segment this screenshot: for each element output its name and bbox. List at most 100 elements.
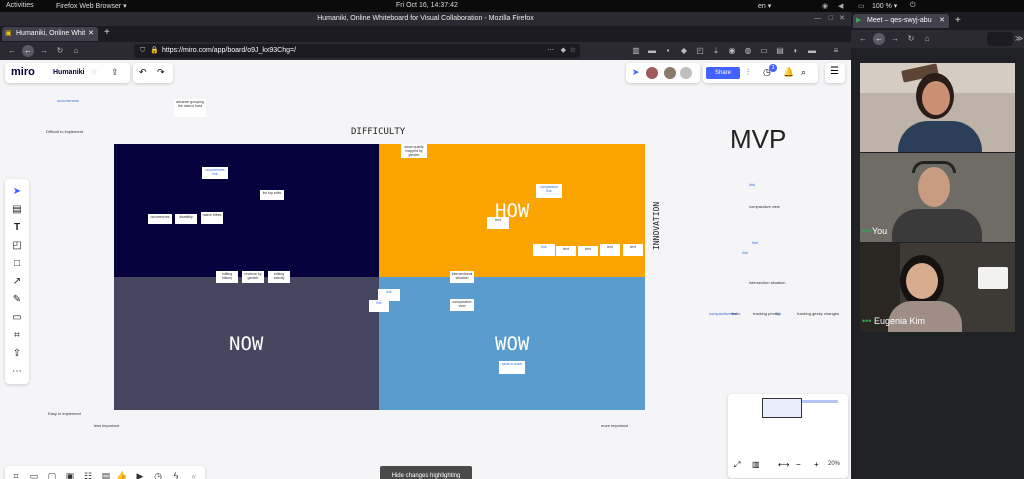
extension-badge-icon[interactable]: ▪ <box>662 45 674 57</box>
new-tab-icon[interactable]: + <box>955 15 961 26</box>
quadrant-how[interactable]: HOW <box>379 144 645 277</box>
reload-icon[interactable]: ↻ <box>54 45 66 57</box>
collapse-icon[interactable]: « <box>188 470 200 479</box>
more-tools-icon[interactable]: ⋯ <box>10 365 24 379</box>
forward-icon[interactable]: → <box>889 33 901 45</box>
reload-icon[interactable]: ↻ <box>905 33 917 45</box>
zoom-out-icon[interactable]: − <box>796 460 801 469</box>
cursor-flag-icon[interactable]: ➤ <box>632 67 640 78</box>
overflow-icon[interactable]: ≫ <box>1013 33 1024 45</box>
volume-icon[interactable]: ◀ <box>838 2 843 10</box>
tab-close-icon[interactable]: ✕ <box>939 14 945 28</box>
back-icon[interactable]: ← <box>857 33 869 45</box>
cast-icon[interactable]: ▭ <box>758 45 770 57</box>
comment-icon[interactable]: ▭ <box>10 311 24 325</box>
upload-icon[interactable]: ⇪ <box>10 347 24 361</box>
back-active-icon[interactable]: ← <box>22 45 34 57</box>
select-icon[interactable]: ➤ <box>10 185 24 199</box>
battery-icon[interactable]: ▭ <box>858 2 865 10</box>
extension-dark-icon[interactable]: ◆ <box>678 45 690 57</box>
sticky-note[interactable]: occurrences link <box>202 167 228 179</box>
quadrant-wow[interactable]: WOW <box>379 277 645 410</box>
video-icon[interactable]: ▶ <box>134 470 146 479</box>
close-icon[interactable]: ✕ <box>839 12 845 26</box>
screen-icon[interactable]: ▤ <box>100 470 112 479</box>
hamburger-menu-icon[interactable]: ≡ <box>830 45 842 57</box>
bookmark-star-icon[interactable]: ☆ <box>570 44 576 58</box>
mvp-note[interactable]: text <box>731 311 737 316</box>
extension-circle-icon[interactable]: ◍ <box>742 45 754 57</box>
sticky-note[interactable]: show quality mapped by gender <box>401 144 427 158</box>
comments-icon[interactable]: ▭ <box>28 470 40 479</box>
quadrant-now[interactable]: NOW <box>114 277 379 410</box>
extension-red-icon[interactable]: ▬ <box>646 45 658 57</box>
hide-changes-button[interactable]: Hide changes highlighting <box>380 466 472 479</box>
library-icon[interactable]: ▥ <box>630 45 642 57</box>
minimize-icon[interactable]: — <box>814 12 821 26</box>
maximize-icon[interactable]: □ <box>829 12 833 26</box>
templates-icon[interactable]: ▤ <box>10 203 24 217</box>
export-icon[interactable]: ⇪ <box>111 67 119 78</box>
frame-icon[interactable]: ⌗ <box>10 329 24 343</box>
language-indicator[interactable]: en ▾ <box>758 2 771 10</box>
lightning-icon[interactable]: ϟ <box>170 470 182 479</box>
settings-sliders-icon[interactable]: ⫶ <box>747 67 749 78</box>
chat-icon[interactable]: ▢ <box>46 470 58 479</box>
firefox-app-menu[interactable]: Firefox Web Browser ▾ <box>56 2 127 10</box>
fit-screen-icon[interactable]: ⤢ <box>734 460 740 470</box>
tab-meet[interactable]: ▶ Meet – qes-swyj-abu ✕ <box>853 14 949 28</box>
screenshot-icon[interactable]: ◰ <box>694 45 706 57</box>
bell-icon[interactable]: 🔔 <box>783 67 794 78</box>
quadrant-top-left[interactable] <box>114 144 379 277</box>
tab-close-icon[interactable]: ✕ <box>88 27 94 41</box>
clock[interactable]: Fri Oct 16, 14:37:42 <box>396 2 458 9</box>
sticky-note[interactable]: editing history <box>216 271 238 283</box>
avatar[interactable] <box>680 67 692 79</box>
sticky-note[interactable]: comparative view <box>450 299 474 311</box>
url-bar[interactable]: ⛉ 🔒 https://miro.com/app/board/o9J_kx93C… <box>134 44 580 58</box>
mvp-note[interactable]: comparative view <box>749 204 780 209</box>
timer-icon[interactable]: ◷ <box>152 470 164 479</box>
card-icon[interactable]: ▣ <box>64 470 76 479</box>
sticky-note[interactable]: text <box>623 244 643 256</box>
forward-icon[interactable]: → <box>38 45 50 57</box>
redo-icon[interactable]: ↷ <box>157 67 165 78</box>
shape-icon[interactable]: □ <box>10 257 24 271</box>
pen-icon[interactable]: ✎ <box>10 293 24 307</box>
home-icon[interactable]: ⌂ <box>921 33 933 45</box>
tab-humaniki[interactable]: ▣ Humaniki, Online Whit ✕ <box>2 27 98 41</box>
sticky-note[interactable]: editing activity <box>268 271 290 283</box>
downloads-icon[interactable]: ⤓ <box>710 45 722 57</box>
sticky-note[interactable]: disability <box>175 214 197 224</box>
extension-g-icon[interactable]: ◐ <box>790 45 802 57</box>
sticky-note[interactable]: list top edits <box>260 190 284 200</box>
meet-url-bar[interactable] <box>987 32 1013 46</box>
mvp-note[interactable]: link <box>742 250 748 255</box>
avatar[interactable] <box>646 67 658 79</box>
wifi-icon[interactable]: ◉ <box>822 2 828 10</box>
share-button[interactable]: Share <box>706 67 740 79</box>
participant-tile[interactable] <box>860 63 1015 152</box>
mvp-note[interactable]: link <box>775 311 781 316</box>
sticky-note[interactable]: comparison link <box>536 184 562 198</box>
connector-icon[interactable]: ↗ <box>10 275 24 289</box>
sticky-note[interactable]: link <box>369 300 389 312</box>
mvp-note[interactable]: link <box>749 182 755 187</box>
activities-button[interactable]: Activities <box>6 2 34 9</box>
extension-red2-icon[interactable]: ▬ <box>806 45 818 57</box>
mvp-note[interactable]: intersection situation <box>749 280 785 285</box>
canvas-link-note[interactable]: occurrences <box>57 98 79 103</box>
miro-board-canvas[interactable]: miro Humaniki ☆ ⇪ ↶ ↷ ➤ Share ⫶ ◷ 3 🔔 ⌕ … <box>0 60 851 479</box>
text-icon[interactable]: T <box>10 221 24 235</box>
sticky-note[interactable]: text <box>600 244 620 256</box>
minimap-book-icon[interactable]: ▥ <box>752 460 760 469</box>
sticky-note[interactable]: native tribes <box>201 212 223 224</box>
account-icon[interactable]: ◉ <box>726 45 738 57</box>
star-icon[interactable]: ☆ <box>91 68 97 76</box>
sticky-note[interactable]: intersectional situation <box>450 271 474 283</box>
sticky-note[interactable]: occurrences <box>148 214 172 224</box>
board-list-icon[interactable]: ☷ <box>82 470 94 479</box>
like-icon[interactable]: 👍 <box>116 470 128 479</box>
zoom-in-icon[interactable]: + <box>814 460 819 469</box>
pocket-icon[interactable]: ◆ <box>561 44 566 58</box>
